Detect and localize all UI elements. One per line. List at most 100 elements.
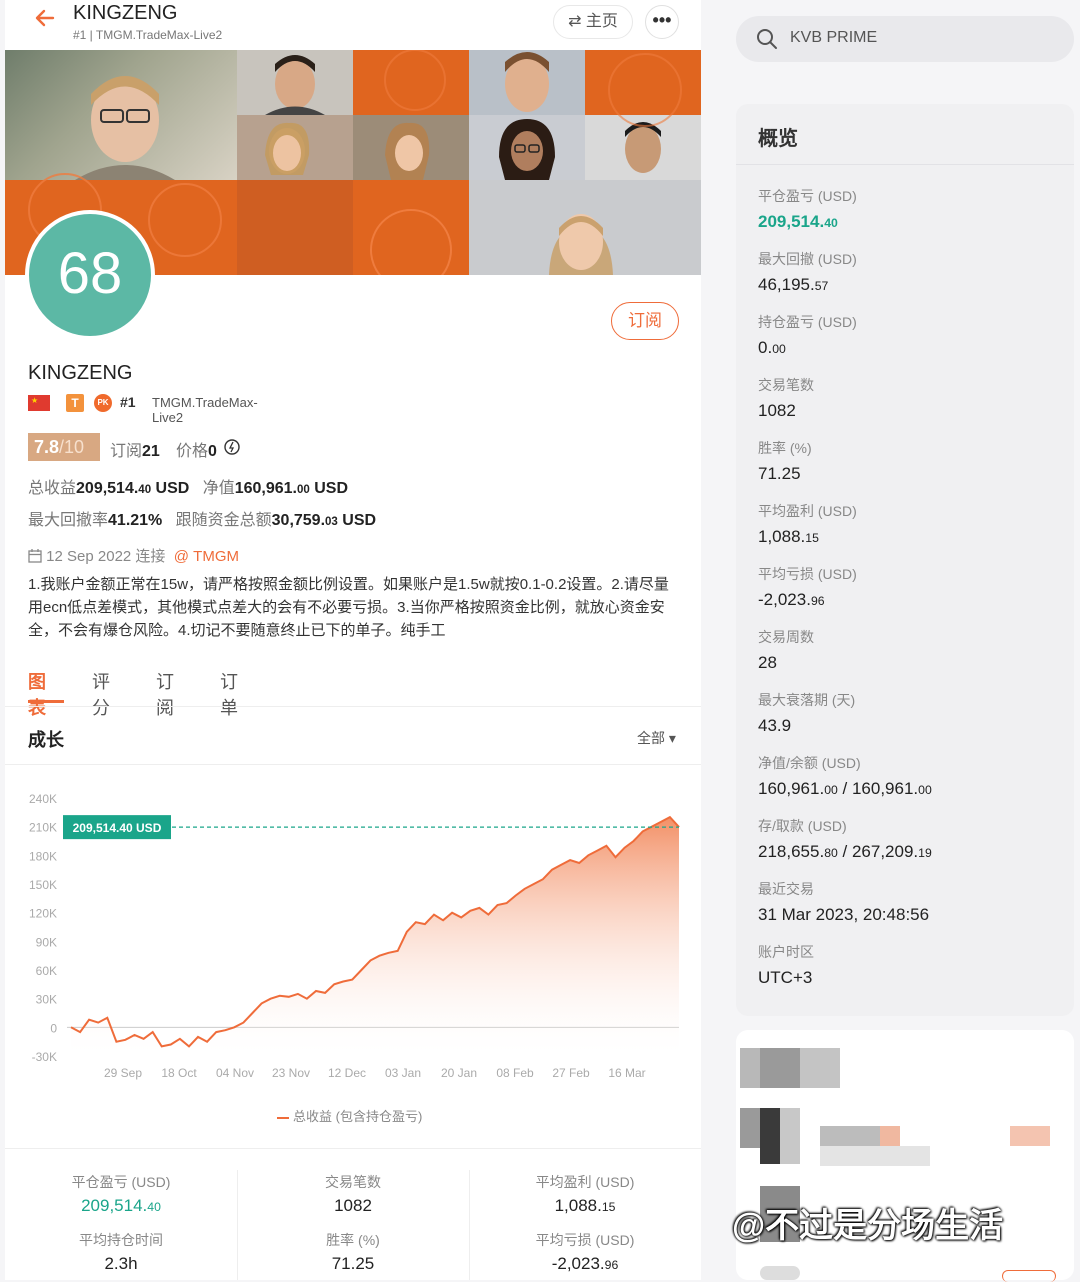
profit-line: 总收益209,514.40 USD 净值160,961.00 USD (28, 480, 349, 497)
stat-label: 平仓盈亏 (USD) (71, 1174, 171, 1190)
divider (5, 706, 701, 707)
tab-rating[interactable]: 评分 (92, 668, 110, 720)
tab-indicator (28, 700, 64, 703)
subscribe-button[interactable]: 订阅 (611, 302, 679, 340)
overview-item: 交易周数 28 (758, 627, 814, 673)
stat-value: 71.25 (331, 1254, 375, 1273)
x-tick-label: 16 Mar (608, 1066, 645, 1080)
overview-card: 概览 平仓盈亏 (USD) 209,514.40 最大回撤 (USD) 46,195.… (736, 104, 1074, 1016)
overview-label: 最大衰落期 (天) (758, 692, 856, 708)
range-select[interactable]: 全部 ▾ (637, 728, 676, 748)
overview-item: 平均亏损 (USD) -2,023.96 (758, 564, 857, 610)
connected-date: 12 Sep 2022 连接 @ TMGM (28, 545, 239, 566)
stat-cell: 平均盈利 (USD) 1,088.15 (469, 1172, 701, 1216)
page-subtitle: #1 | TMGM.TradeMax-Live2 (73, 28, 223, 42)
overview-value: 71.25 (758, 464, 801, 483)
search-placeholder: KVB PRIME (790, 29, 878, 46)
x-tick-label: 18 Oct (161, 1066, 197, 1080)
divider (237, 1170, 238, 1280)
overview-label: 最大回撤 (USD) (758, 251, 857, 267)
divider (5, 764, 701, 765)
overview-label: 平仓盈亏 (USD) (758, 188, 857, 204)
stat-cell: 平均持仓时间 2.3h (5, 1230, 237, 1274)
divider (736, 164, 1074, 165)
overview-item: 胜率 (%) 71.25 (758, 438, 812, 484)
trader-profile-panel: KINGZENG #1 | TMGM.TradeMax-Live2 ⇄ 主页 •… (5, 0, 701, 1280)
stat-cell: 平均亏损 (USD) -2,023.96 (469, 1230, 701, 1274)
overview-label: 持仓盈亏 (USD) (758, 314, 857, 330)
overview-value: UTC+3 (758, 968, 813, 987)
stat-label: 交易笔数 (325, 1174, 381, 1190)
y-tick-label: 120K (29, 907, 57, 921)
overview-item: 最近交易 31 Mar 2023, 20:48:56 (758, 879, 929, 925)
trader-name: KINGZENG (28, 362, 133, 384)
page-title: KINGZENG (73, 2, 178, 24)
y-tick-label: 60K (36, 964, 57, 978)
profile-description: 1.我账户金额正常在15w，请严格按照金额比例设置。如果账户是1.5w就按0.1… (28, 576, 669, 639)
overview-value: 28 (758, 653, 777, 672)
watermark: @不过是分场生活 (732, 1207, 1004, 1245)
x-tick-label: 29 Sep (104, 1066, 142, 1080)
y-tick-label: 0 (50, 1021, 57, 1035)
drawdown-line: 最大回撤率41.21% 跟随资金总额30,759.03 USD (28, 512, 377, 529)
x-tick-label: 04 Nov (216, 1066, 254, 1080)
search-icon (757, 29, 777, 49)
price: 价格0 (176, 443, 217, 460)
stat-value: 1082 (334, 1196, 372, 1215)
growth-chart: 240K 210K 180K 150K 120K 90K 60K 30K 0 -30K 29 Sep… (29, 792, 680, 1080)
x-tick-label: 12 Dec (328, 1066, 366, 1080)
arrow-left-icon[interactable] (33, 6, 59, 36)
stat-cell: 胜率 (%) 71.25 (237, 1230, 469, 1274)
tab-orders[interactable]: 订单 (220, 668, 238, 720)
overview-value: 43.9 (758, 716, 792, 735)
score-badge: 7.8/10 (28, 433, 100, 461)
sidebar: KVB PRIME 概览 平仓盈亏 (USD) 209,514.40 最大回撤 (U… (736, 0, 1074, 1282)
coin-icon (224, 439, 240, 455)
home-button[interactable]: ⇄ 主页 (553, 5, 633, 39)
overview-item: 净值/余额 (USD) 160,961.00 / 160,961.00 (758, 753, 932, 799)
rank-label: #1 (120, 394, 136, 410)
overview-item: 平仓盈亏 (USD) 209,514.40 (758, 186, 857, 232)
stat-value: -2,023.96 (551, 1254, 619, 1273)
more-button[interactable]: ••• (645, 5, 679, 39)
series-area (71, 817, 679, 1056)
overview-label: 最近交易 (758, 881, 814, 897)
t-badge-icon: T (66, 394, 84, 412)
overview-item: 持仓盈亏 (USD) 0.00 (758, 312, 857, 358)
pk-badge-icon: PK (94, 394, 112, 412)
stat-value: 209,514.40 (81, 1196, 161, 1215)
broker-link[interactable]: @ TMGM (174, 548, 239, 565)
overview-label: 平均亏损 (USD) (758, 566, 857, 582)
overview-value: -2,023.96 (758, 590, 825, 609)
stat-cell: 交易笔数 1082 (237, 1172, 469, 1216)
overview-value: 1,088.15 (758, 527, 819, 546)
divider (469, 1170, 470, 1280)
overview-label: 胜率 (%) (758, 440, 812, 456)
x-tick-label: 08 Feb (496, 1066, 534, 1080)
overview-value: 31 Mar 2023, 20:48:56 (758, 905, 930, 924)
x-tick-label: 27 Feb (552, 1066, 590, 1080)
y-tick-label: 180K (29, 849, 57, 863)
chart-title: 成长 (28, 730, 64, 750)
overview-value: 218,655.80 / 267,209.19 (758, 842, 932, 861)
stat-value: 1,088.15 (554, 1196, 616, 1215)
overview-item: 最大回撤 (USD) 46,195.57 (758, 249, 857, 295)
overview-label: 交易周数 (758, 629, 814, 645)
overview-value: 46,195.57 (758, 275, 829, 294)
overview-item: 最大衰落期 (天) 43.9 (758, 690, 855, 736)
tab-chart[interactable]: 图表 (28, 668, 46, 720)
avatar: 68 (25, 210, 155, 340)
y-tick-label: 240K (29, 792, 57, 806)
top-bar: KINGZENG #1 | TMGM.TradeMax-Live2 ⇄ 主页 •… (5, 0, 701, 50)
overview-label: 交易笔数 (758, 377, 814, 393)
chart-legend[interactable]: 总收益 (包含持仓盈亏) (277, 1106, 422, 1125)
tab-subscribe[interactable]: 订阅 (156, 668, 174, 720)
search-input[interactable]: KVB PRIME (736, 16, 1074, 62)
overview-item: 账户时区 UTC+3 (758, 942, 814, 988)
overview-label: 平均盈利 (USD) (758, 503, 857, 519)
overview-value: 160,961.00 / 160,961.00 (758, 779, 932, 798)
x-tick-label: 23 Nov (272, 1066, 310, 1080)
stat-cell: 平仓盈亏 (USD) 209,514.40 (5, 1172, 237, 1216)
stat-label: 平均亏损 (USD) (535, 1232, 635, 1248)
y-tick-label: 90K (36, 935, 57, 949)
